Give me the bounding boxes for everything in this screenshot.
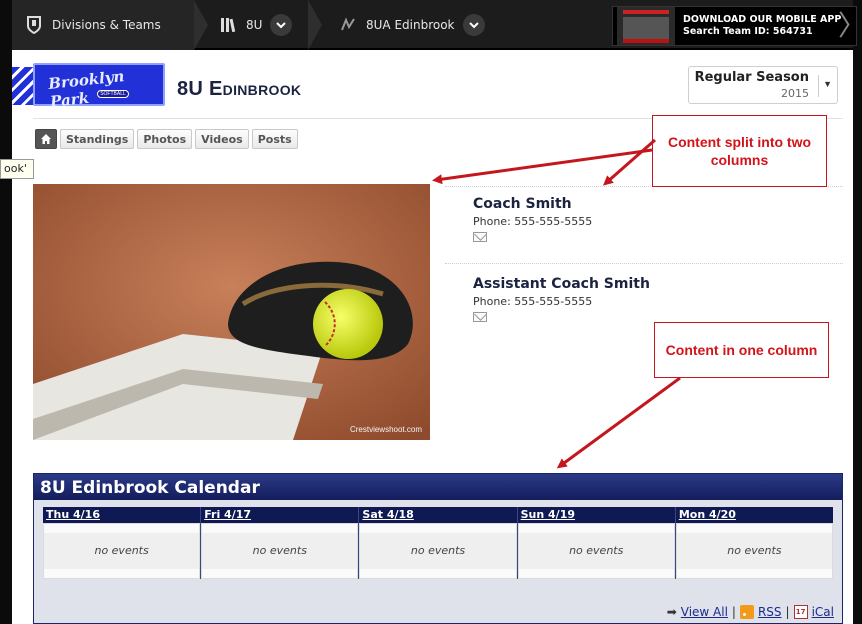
team-title-name: Edinbrook (209, 78, 302, 100)
breadcrumb-separator (308, 0, 322, 50)
tab-standings[interactable]: Standings (60, 129, 135, 149)
rss-icon[interactable] (739, 605, 754, 619)
coach-name: Assistant Coach Smith (473, 276, 650, 292)
team-photo[interactable]: Crestviewshoot.com (33, 184, 430, 440)
calendar-icon[interactable]: 17 (793, 605, 808, 619)
calendar-day: Thu 4/16 no events (43, 507, 202, 579)
team-title-division: 8U (177, 78, 204, 100)
view-all-link[interactable]: View All (681, 605, 728, 619)
calendar-day: Sun 4/19 no events (517, 507, 676, 579)
calendar-no-events: no events (518, 533, 674, 569)
coach-phone: Phone: 555-555-5555 (473, 295, 593, 308)
shield-icon (27, 16, 41, 34)
home-button[interactable] (35, 129, 57, 149)
top-navbar: Divisions & Teams 8U 8UA Edinbrook DOWNL… (12, 0, 862, 50)
team-subnav: Standings Photos Videos Posts (35, 129, 298, 149)
calendar-footer: ➡ View All | RSS | 17 iCal (666, 605, 834, 619)
caret-down-icon: ▼ (823, 79, 832, 89)
ical-link[interactable]: iCal (812, 605, 834, 619)
arrow-to-coaches (602, 138, 656, 186)
coach-name: Coach Smith (473, 196, 572, 212)
app-screenshot-thumbnail (617, 7, 675, 45)
calendar-title: 8U Edinbrook Calendar (34, 474, 842, 500)
window-frame-right (853, 0, 862, 624)
photo-credit: Crestviewshoot.com (349, 425, 422, 434)
page-title: 8U Edinbrook (177, 78, 301, 101)
arrow-to-photo (432, 148, 653, 185)
arrow-to-calendar (556, 376, 681, 469)
nav-division[interactable]: 8U (208, 0, 322, 50)
chevron-down-icon[interactable] (270, 14, 293, 36)
breadcrumb-separator (194, 0, 208, 50)
tooltip: ook' (0, 159, 34, 179)
mobile-app-promo[interactable]: DOWNLOAD OUR MOBILE APP Search Team ID: … (612, 6, 862, 46)
calendar-no-events: no events (44, 533, 200, 569)
app-promo-title: DOWNLOAD OUR MOBILE APP (683, 14, 842, 25)
calendar-day-link[interactable]: Mon 4/20 (676, 507, 833, 523)
coach-phone: Phone: 555-555-5555 (473, 215, 593, 228)
season-name: Regular Season (694, 70, 809, 85)
logo-stripes (12, 67, 34, 105)
logo-subtext: SOFTBALL (97, 90, 129, 98)
calendar-no-events: no events (676, 533, 833, 569)
envelope-icon[interactable] (473, 232, 487, 242)
softball-glove-image (33, 184, 430, 440)
nav-team[interactable]: 8UA Edinbrook (328, 0, 498, 50)
calendar-day: Sat 4/18 no events (359, 507, 518, 579)
logo-text: Brooklyn Park (47, 67, 126, 111)
calendar-day-link[interactable]: Thu 4/16 (43, 507, 200, 523)
season-year: 2015 (781, 87, 809, 100)
calendar-no-events: no events (360, 533, 516, 569)
team-logo[interactable]: Brooklyn Park SOFTBALL (33, 63, 165, 111)
nav-divisions-label: Divisions & Teams (52, 18, 161, 32)
coach-card: Assistant Coach Smith Phone: 555-555-555… (473, 276, 650, 322)
tab-photos[interactable]: Photos (137, 129, 193, 149)
pennant-icon (341, 17, 355, 31)
home-icon (41, 134, 51, 144)
nav-divisions-teams[interactable]: Divisions & Teams (12, 0, 208, 50)
calendar-day: Mon 4/20 no events (675, 507, 834, 579)
tab-posts[interactable]: Posts (251, 129, 298, 149)
books-icon (221, 18, 236, 33)
chevron-down-icon[interactable] (462, 14, 485, 36)
envelope-icon[interactable] (473, 312, 487, 322)
coach-card: Coach Smith Phone: 555-555-5555 (473, 196, 592, 242)
calendar-day: Fri 4/17 no events (201, 507, 360, 579)
calendar-day-link[interactable]: Fri 4/17 (201, 507, 358, 523)
calendar-day-link[interactable]: Sun 4/19 (518, 507, 675, 523)
window-frame-left (0, 0, 12, 624)
nav-division-label: 8U (246, 18, 263, 32)
nav-team-label: 8UA Edinbrook (366, 18, 455, 32)
callout-one-column: Content in one column (654, 322, 829, 378)
calendar-no-events: no events (202, 533, 358, 569)
rss-link[interactable]: RSS (758, 605, 782, 619)
calendar-days: Thu 4/16 no events Fri 4/17 no events Sa… (43, 507, 834, 579)
calendar-day-link[interactable]: Sat 4/18 (359, 507, 516, 523)
season-select[interactable]: Regular Season 2015 ▼ (688, 66, 838, 104)
callout-two-columns: Content split into two columns (652, 115, 827, 187)
chevron-right-icon: 〉 (838, 7, 862, 45)
team-calendar: 8U Edinbrook Calendar Thu 4/16 no events… (33, 473, 843, 624)
tab-videos[interactable]: Videos (195, 129, 249, 149)
arrow-right-icon: ➡ (666, 605, 677, 619)
app-promo-team-id: Search Team ID: 564731 (683, 26, 813, 37)
